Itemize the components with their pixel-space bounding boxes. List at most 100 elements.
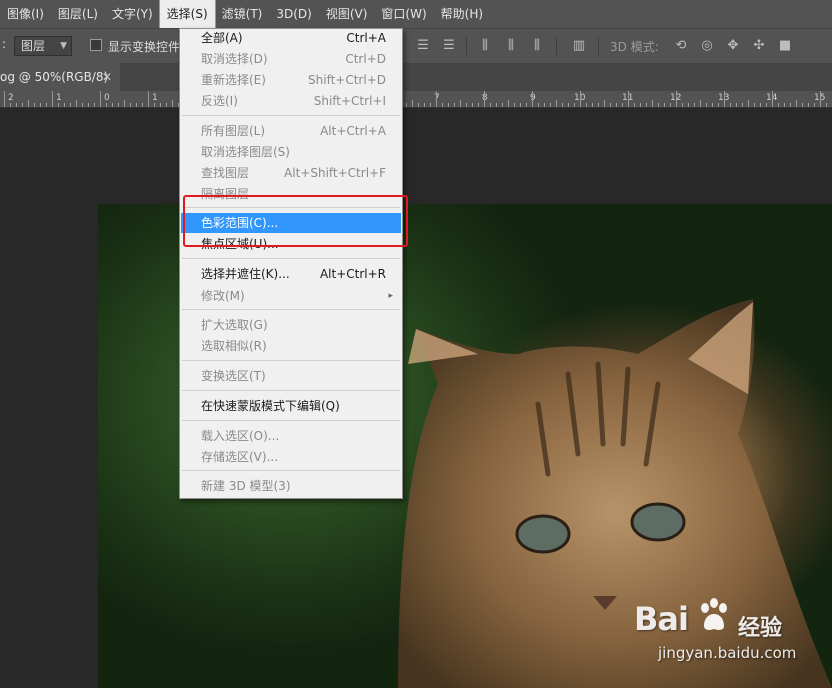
kitten-right-eye [630,502,686,542]
ruler-tick [418,103,419,107]
3d-rotate-icon[interactable]: ⟲ [672,36,690,56]
ruler-tick [520,103,521,107]
divider [556,37,557,55]
menu-item-find-layers[interactable]: 查找图层 Alt+Shift+Ctrl+F [181,163,401,183]
3d-camera-icon[interactable]: ■ [776,36,794,56]
menu-item-new-3d-model[interactable]: 新建 3D 模型(3) [181,476,401,496]
ruler-tick [568,103,569,107]
align-vcenter-icon[interactable]: ☰ [440,36,458,56]
ruler-tick [580,91,581,107]
ruler-tick [820,91,821,107]
ruler-tick [790,103,791,107]
menu-item-all-layers[interactable]: 所有图层(L) Alt+Ctrl+A [181,121,401,141]
ruler-tick [88,103,89,107]
ruler-tick [694,103,695,107]
show-transform-checkbox[interactable] [90,39,102,51]
ruler-tick [52,91,53,107]
ruler-tick [706,103,707,107]
menu-item-select-and-mask[interactable]: 选择并遮住(K)... Alt+Ctrl+R [181,264,401,284]
ruler-tick [46,103,47,107]
ruler-tick [28,100,29,107]
menu-item-transform-selection[interactable]: 变换选区(T) [181,366,401,386]
paw-icon [701,598,727,630]
ruler-tick [406,103,407,107]
3d-pan-icon[interactable]: ✥ [724,36,742,56]
menu-item-deselect[interactable]: 取消选择(D) Ctrl+D [181,49,401,69]
menu-help[interactable]: 帮助(H) [434,0,490,28]
menu-item-inverse[interactable]: 反选(I) Shift+Ctrl+I [181,91,401,111]
ruler-tick [154,103,155,107]
menu-item-load-selection[interactable]: 载入选区(O)... [181,426,401,446]
ruler-tick [676,91,677,107]
menu-item-quick-mask[interactable]: 在快速蒙版模式下编辑(Q) [181,396,401,416]
menu-separator [182,258,400,259]
options-bar: : 图层 ▼ 显示变换控件 ☰ ☰ ⫼ ⫼ ⫼ ▥ 3D 模式: ⟲ ◎ ✥ ✣… [0,28,832,64]
menu-item-similar[interactable]: 选取相似(R) [181,336,401,356]
menu-separator [182,115,400,116]
ruler-tick [814,103,815,107]
menu-item-modify[interactable]: 修改(M) ▸ [181,286,401,306]
ruler-tick [22,103,23,107]
ruler-tick [712,103,713,107]
ruler-tick [160,103,161,107]
ruler-tick [538,103,539,107]
3d-slide-icon[interactable]: ✣ [750,36,768,56]
menu-layer[interactable]: 图层(L) [51,0,105,28]
auto-select-dropdown[interactable]: 图层 ▼ [14,36,72,56]
menu-separator [182,470,400,471]
menu-window[interactable]: 窗口(W) [374,0,433,28]
align-top-icon[interactable]: ☰ [414,36,432,56]
ruler-tick [592,103,593,107]
ruler-tick [10,103,11,107]
menu-bar: 图像(I) 图层(L) 文字(Y) 选择(S) 滤镜(T) 3D(D) 视图(V… [0,0,832,29]
ruler-tick [760,103,761,107]
menu-separator [182,420,400,421]
ruler-tick [778,103,779,107]
auto-align-icon[interactable]: ▥ [570,36,588,56]
menu-image[interactable]: 图像(I) [0,0,51,28]
ruler-tick [586,103,587,107]
ruler-tick [448,103,449,107]
ruler-tick [718,103,719,107]
ruler-tick [412,100,413,107]
menu-item-save-selection[interactable]: 存储选区(V)... [181,447,401,467]
menu-item-grow[interactable]: 扩大选取(G) [181,315,401,335]
menu-item-reselect[interactable]: 重新选择(E) Shift+Ctrl+D [181,70,401,90]
document-tab[interactable]: og @ 50%(RGB/8) ✕ [0,63,120,91]
ruler-tick [112,103,113,107]
watermark-brand: Bai [634,600,689,638]
ruler-tick [76,100,77,107]
show-transform-label: 显示变换控件 [108,40,181,54]
ruler-tick [100,91,101,107]
menu-item-deselect-layers[interactable]: 取消选择图层(S) [181,142,401,162]
menu-filter[interactable]: 滤镜(T) [215,0,270,28]
ruler-tick [526,103,527,107]
distribute-left-icon[interactable]: ⫼ [476,36,494,56]
ruler-tick [700,100,701,107]
ruler-tick [724,91,725,107]
3d-roll-icon[interactable]: ◎ [698,36,716,56]
ruler-tick [136,103,137,107]
distribute-hcenter-icon[interactable]: ⫼ [502,36,520,56]
ruler-tick [784,103,785,107]
ruler-tick [532,91,533,107]
menu-item-all[interactable]: 全部(A) Ctrl+A [181,28,401,48]
menu-view[interactable]: 视图(V) [319,0,375,28]
ruler-tick [4,91,5,107]
distribute-right-icon[interactable]: ⫼ [528,36,546,56]
ruler-tick [514,103,515,107]
ruler-tick [478,103,479,107]
ruler-tick [454,103,455,107]
ruler-tick [130,103,131,107]
menu-select[interactable]: 选择(S) [158,0,216,29]
ruler-tick [64,103,65,107]
menu-3d[interactable]: 3D(D) [269,0,318,28]
menu-type[interactable]: 文字(Y) [105,0,160,28]
ruler-tick [748,100,749,107]
menu-separator [182,390,400,391]
ruler-tick [730,103,731,107]
watermark-suffix: 经验 [738,616,783,641]
ruler-tick [172,100,173,107]
close-icon[interactable]: ✕ [102,63,112,91]
divider [598,37,599,55]
